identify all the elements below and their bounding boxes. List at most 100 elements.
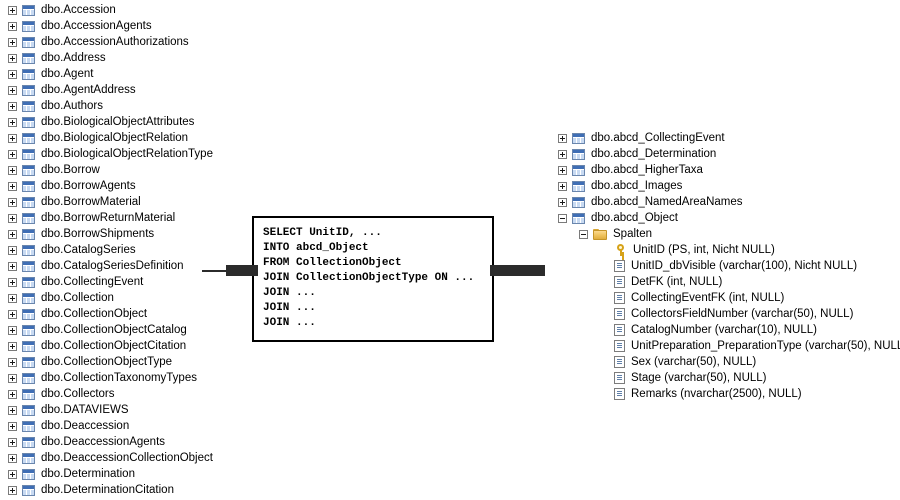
expand-plus-icon[interactable] (8, 53, 17, 63)
tree-row[interactable]: dbo.Collectors (8, 386, 213, 402)
tree-row-label: Sex (varchar(50), NULL) (631, 356, 757, 368)
tree-row[interactable]: dbo.CollectingEvent (8, 274, 213, 290)
tree-row[interactable]: dbo.BiologicalObjectRelation (8, 130, 213, 146)
tree-row-label: dbo.Accession (41, 4, 116, 16)
tree-row[interactable]: dbo.Address (8, 50, 213, 66)
tree-row[interactable]: dbo.DATAVIEWS (8, 402, 213, 418)
tree-row-label: dbo.DATAVIEWS (41, 404, 129, 416)
tree-row[interactable]: dbo.CollectionObjectCatalog (8, 322, 213, 338)
tree-row-label: dbo.Collectors (41, 388, 115, 400)
tree-row[interactable]: dbo.CollectionObjectType (8, 354, 213, 370)
expand-plus-icon[interactable] (8, 421, 17, 431)
collapse-minus-icon[interactable] (558, 213, 567, 223)
expand-plus-icon[interactable] (8, 293, 17, 303)
tree-row[interactable]: Remarks (nvarchar(2500), NULL) (558, 386, 900, 402)
expand-plus-icon[interactable] (8, 149, 17, 159)
tree-row[interactable]: dbo.Determination (8, 466, 213, 482)
expand-plus-icon[interactable] (8, 277, 17, 287)
tree-row[interactable]: dbo.Agent (8, 66, 213, 82)
sql-transformation-box[interactable]: SELECT UnitID, ... INTO abcd_Object FROM… (252, 216, 494, 342)
tree-row[interactable]: dbo.CollectionObject (8, 306, 213, 322)
tree-row[interactable]: dbo.Collection (8, 290, 213, 306)
tree-row[interactable]: dbo.BorrowReturnMaterial (8, 210, 213, 226)
tree-row[interactable]: UnitPreparation_PreparationType (varchar… (558, 338, 900, 354)
expand-plus-icon[interactable] (558, 181, 567, 191)
expand-plus-icon[interactable] (8, 213, 17, 223)
tree-row[interactable]: Stage (varchar(50), NULL) (558, 370, 900, 386)
expand-plus-icon[interactable] (8, 357, 17, 367)
tree-row[interactable]: dbo.Accession (8, 2, 213, 18)
expand-plus-icon[interactable] (8, 309, 17, 319)
expand-plus-icon[interactable] (8, 101, 17, 111)
expand-plus-icon[interactable] (8, 21, 17, 31)
tree-row[interactable]: dbo.BiologicalObjectAttributes (8, 114, 213, 130)
tree-row[interactable]: CollectorsFieldNumber (varchar(50), NULL… (558, 306, 900, 322)
expand-plus-icon[interactable] (8, 197, 17, 207)
expand-plus-icon[interactable] (8, 37, 17, 47)
expand-plus-icon[interactable] (8, 341, 17, 351)
expand-plus-icon[interactable] (8, 325, 17, 335)
tree-row[interactable]: UnitID (PS, int, Nicht NULL) (558, 242, 900, 258)
tree-row[interactable]: dbo.DeterminationCitation (8, 482, 213, 498)
key-icon (614, 244, 627, 256)
expand-plus-icon[interactable] (8, 373, 17, 383)
tree-row[interactable]: dbo.AccessionAuthorizations (8, 34, 213, 50)
tree-row[interactable]: DetFK (int, NULL) (558, 274, 900, 290)
tree-row[interactable]: dbo.abcd_Determination (558, 146, 900, 162)
expand-plus-icon[interactable] (558, 133, 567, 143)
tree-row[interactable]: Spalten (558, 226, 900, 242)
tree-row[interactable]: dbo.abcd_HigherTaxa (558, 162, 900, 178)
expand-plus-icon[interactable] (8, 245, 17, 255)
expand-plus-icon[interactable] (8, 85, 17, 95)
collapse-minus-icon[interactable] (579, 229, 588, 239)
expand-plus-icon[interactable] (558, 197, 567, 207)
expand-plus-icon[interactable] (8, 69, 17, 79)
tree-row[interactable]: dbo.CatalogSeriesDefinition (8, 258, 213, 274)
expand-plus-icon[interactable] (8, 405, 17, 415)
expand-plus-icon[interactable] (558, 149, 567, 159)
tree-row[interactable]: Sex (varchar(50), NULL) (558, 354, 900, 370)
table-icon (22, 420, 35, 432)
tree-row[interactable]: dbo.Deaccession (8, 418, 213, 434)
tree-row[interactable]: dbo.CollectionTaxonomyTypes (8, 370, 213, 386)
expand-plus-icon[interactable] (8, 261, 17, 271)
expand-plus-icon[interactable] (8, 5, 17, 15)
expand-plus-icon[interactable] (8, 229, 17, 239)
expand-plus-icon[interactable] (8, 485, 17, 495)
tree-row[interactable]: dbo.Borrow (8, 162, 213, 178)
expand-plus-icon[interactable] (8, 117, 17, 127)
expand-plus-icon[interactable] (8, 165, 17, 175)
table-icon (22, 68, 35, 80)
tree-row[interactable]: dbo.BorrowAgents (8, 178, 213, 194)
tree-row[interactable]: dbo.BorrowShipments (8, 226, 213, 242)
expand-plus-icon[interactable] (558, 165, 567, 175)
tree-row[interactable]: dbo.abcd_Object (558, 210, 900, 226)
expand-plus-icon[interactable] (8, 133, 17, 143)
tree-row[interactable]: CollectingEventFK (int, NULL) (558, 290, 900, 306)
tree-row[interactable]: dbo.abcd_NamedAreaNames (558, 194, 900, 210)
tree-row[interactable]: dbo.DeaccessionCollectionObject (8, 450, 213, 466)
tree-row[interactable]: dbo.BiologicalObjectRelationType (8, 146, 213, 162)
table-icon (572, 148, 585, 160)
tree-row[interactable]: dbo.AgentAddress (8, 82, 213, 98)
tree-row[interactable]: CatalogNumber (varchar(10), NULL) (558, 322, 900, 338)
tree-row[interactable]: UnitID_dbVisible (varchar(100), Nicht NU… (558, 258, 900, 274)
tree-row[interactable]: dbo.AccessionAgents (8, 18, 213, 34)
expand-plus-icon[interactable] (8, 469, 17, 479)
tree-row[interactable]: dbo.CollectionObjectCitation (8, 338, 213, 354)
tree-row[interactable]: dbo.abcd_CollectingEvent (558, 130, 900, 146)
expand-plus-icon[interactable] (8, 437, 17, 447)
expand-plus-icon[interactable] (8, 389, 17, 399)
tree-row-label: dbo.CollectionTaxonomyTypes (41, 372, 197, 384)
expand-plus-icon[interactable] (8, 453, 17, 463)
expand-plus-icon[interactable] (8, 181, 17, 191)
tree-row[interactable]: dbo.DeaccessionAgents (8, 434, 213, 450)
tree-row[interactable]: dbo.BorrowMaterial (8, 194, 213, 210)
tree-row-label: dbo.Address (41, 52, 106, 64)
tree-row[interactable]: dbo.Authors (8, 98, 213, 114)
tree-row[interactable]: dbo.CatalogSeries (8, 242, 213, 258)
tree-row[interactable]: dbo.abcd_Images (558, 178, 900, 194)
tree-row-label: dbo.abcd_Determination (591, 148, 717, 160)
